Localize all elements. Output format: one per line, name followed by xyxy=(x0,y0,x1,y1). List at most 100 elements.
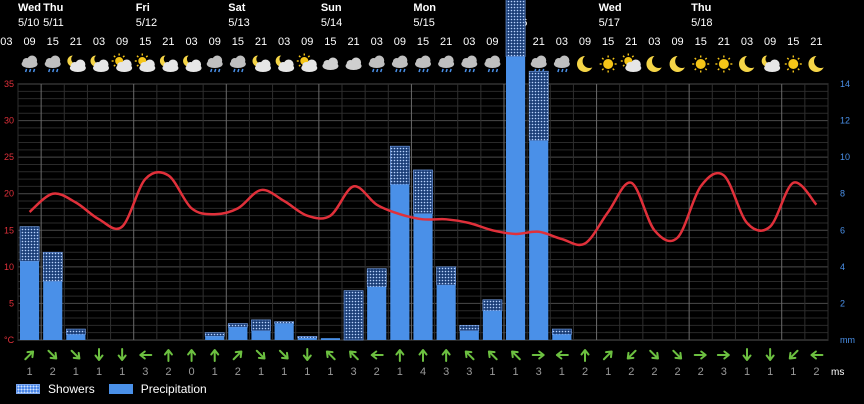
wind-speed: 3 xyxy=(443,366,449,378)
showers-bar xyxy=(459,325,480,332)
cloud-icon xyxy=(322,57,339,70)
sun-cloud-icon xyxy=(111,53,133,72)
wind-speed: 1 xyxy=(119,366,125,378)
sun-icon xyxy=(715,55,733,73)
wind-arrow-icon xyxy=(278,349,289,360)
precipitation-bar xyxy=(297,338,317,340)
showers-bar xyxy=(274,321,295,324)
day-date: 5/14 xyxy=(321,17,342,29)
wind-speed: 2 xyxy=(582,366,588,378)
precipitation-bar xyxy=(413,213,433,340)
legend-showers: Showers xyxy=(16,382,95,396)
wind-speed: 2 xyxy=(50,366,56,378)
precipitation-bar xyxy=(251,330,271,340)
showers-bar xyxy=(65,328,86,335)
day-name: Wed xyxy=(18,2,41,14)
legend-showers-label: Showers xyxy=(48,382,95,396)
day-name: Fri xyxy=(136,2,150,14)
right-axis-tick: 2 xyxy=(840,298,845,308)
left-axis-tick: 20 xyxy=(4,189,14,199)
left-axis-tick: 10 xyxy=(4,262,14,272)
sun-icon xyxy=(692,55,710,73)
day-name: Thu xyxy=(43,2,63,14)
showers-bar xyxy=(19,226,40,262)
hour-label: 09 xyxy=(764,36,776,48)
wind-arrow-icon xyxy=(232,350,243,361)
precipitation-bar xyxy=(274,323,294,340)
showers-bar xyxy=(227,323,248,328)
right-axis-tick: 10 xyxy=(840,152,850,162)
showers-bar xyxy=(366,268,387,288)
precipitation-bar xyxy=(320,338,340,340)
sun-icon xyxy=(599,55,617,73)
wind-arrow-icon xyxy=(418,349,428,362)
showers-bar xyxy=(436,266,457,286)
chart-legend: Showers Precipitation xyxy=(16,380,221,398)
wind-arrow-icon xyxy=(210,349,220,362)
hour-label: 21 xyxy=(533,36,545,48)
hour-label: 03 xyxy=(93,36,105,48)
day-date: 5/15 xyxy=(413,17,434,29)
day-name: Sun xyxy=(321,2,342,14)
wind-arrow-icon xyxy=(555,350,569,360)
hour-label: 21 xyxy=(440,36,452,48)
wind-speed: 2 xyxy=(813,366,819,378)
showers-bar xyxy=(343,290,364,341)
hour-label: 09 xyxy=(486,36,498,48)
moon-icon xyxy=(808,54,828,72)
wind-arrow-icon xyxy=(370,350,384,360)
sun-cloud-icon xyxy=(134,53,156,72)
showers-bar xyxy=(528,70,549,141)
wind-speed: 1 xyxy=(96,366,102,378)
precipitation-bar xyxy=(66,334,86,340)
wind-speed: 2 xyxy=(698,366,704,378)
wind-arrow-icon xyxy=(511,350,521,361)
hour-label: 03 xyxy=(185,36,197,48)
wind-speed: 1 xyxy=(397,366,403,378)
wind-arrow-icon xyxy=(788,349,799,360)
day-date: 5/12 xyxy=(136,17,157,29)
cloud-icon xyxy=(345,57,362,70)
sun-cloud-icon xyxy=(296,53,318,72)
wind-speed: 1 xyxy=(513,366,519,378)
precipitation-bar xyxy=(552,334,572,340)
hour-label: 03 xyxy=(0,36,12,48)
hour-label: 03 xyxy=(741,36,753,48)
wind-speed: 3 xyxy=(466,366,472,378)
wind-arrow-icon xyxy=(441,349,451,362)
moon-cloud-icon xyxy=(90,54,109,72)
hour-label: 15 xyxy=(695,36,707,48)
moon-cloud-icon xyxy=(761,54,781,72)
moon-icon xyxy=(577,54,597,72)
precipitation-swatch xyxy=(108,384,133,394)
hour-label: 21 xyxy=(255,36,267,48)
moon-icon xyxy=(669,54,689,72)
hour-label: 03 xyxy=(556,36,568,48)
wind-speed: 2 xyxy=(675,366,681,378)
hour-label: 21 xyxy=(810,36,822,48)
sun-icon xyxy=(784,55,802,73)
right-axis-unit: mm xyxy=(840,335,855,345)
moon-icon xyxy=(739,54,759,72)
legend-precipitation: Precipitation xyxy=(108,382,207,396)
hour-label: 09 xyxy=(23,36,35,48)
wind-arrow-icon xyxy=(163,349,173,362)
rain-icon xyxy=(206,55,223,73)
rain-icon xyxy=(391,55,408,73)
left-axis-tick: 35 xyxy=(4,79,14,89)
hour-label: 15 xyxy=(324,36,336,48)
moon-icon xyxy=(646,54,666,72)
wind-speed: 3 xyxy=(142,366,148,378)
wind-speed: 2 xyxy=(374,366,380,378)
day-name: Mon xyxy=(413,2,436,14)
wind-arrow-icon xyxy=(255,349,266,360)
wind-speed: 3 xyxy=(351,366,357,378)
wind-arrow-icon xyxy=(302,348,312,361)
wind-speed: 1 xyxy=(744,366,750,378)
showers-bar xyxy=(42,251,63,282)
right-axis-tick: 12 xyxy=(840,116,850,126)
right-axis-tick: 14 xyxy=(840,79,850,89)
wind-arrow-icon xyxy=(70,349,81,360)
wind-arrow-icon xyxy=(649,349,659,360)
wind-arrow-icon xyxy=(742,348,752,361)
